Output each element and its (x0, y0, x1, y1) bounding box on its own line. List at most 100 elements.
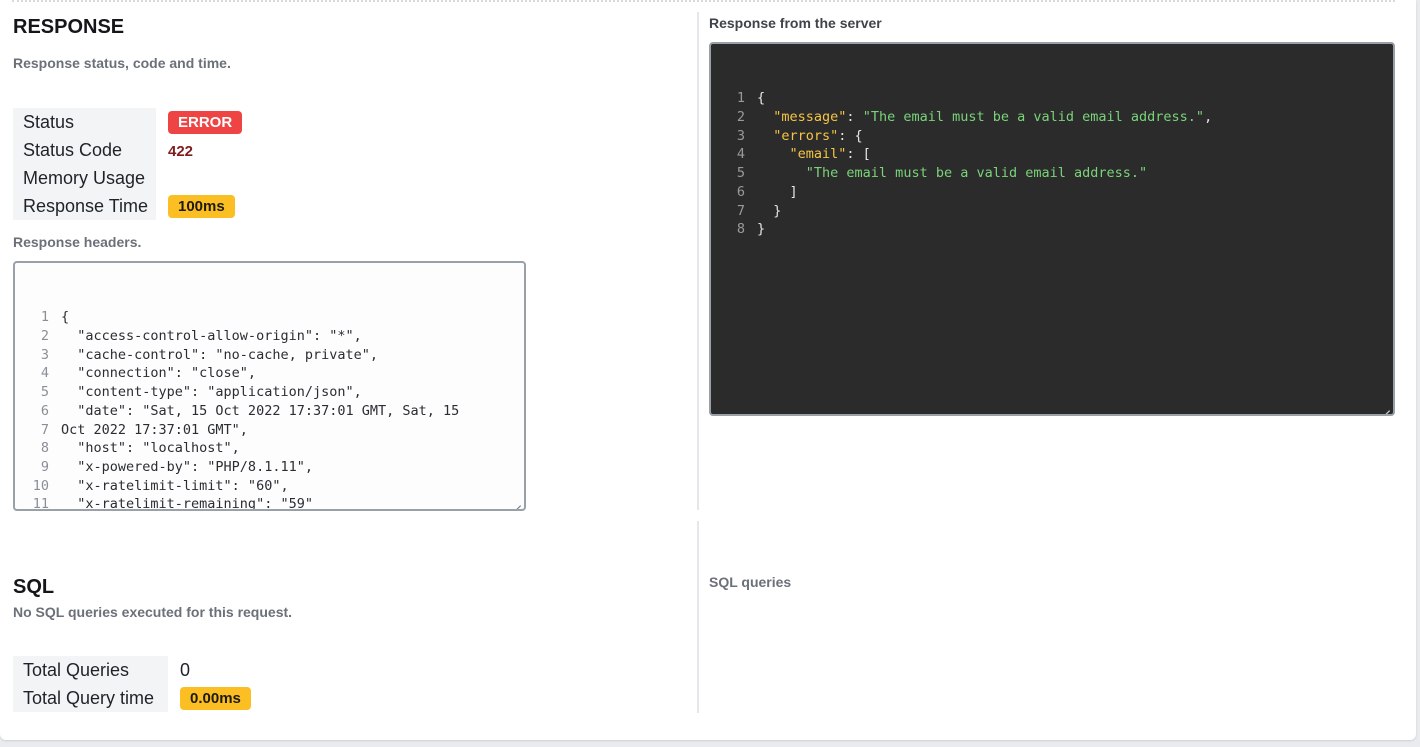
line-number: 3 (736, 127, 745, 144)
code-line: 3 "cache-control": "no-cache, private", (15, 346, 524, 365)
code-text: "x-ratelimit-limit": "60", (61, 477, 289, 494)
line-number: 6 (736, 183, 745, 200)
column-divider (697, 521, 699, 713)
line-number: 2 (736, 109, 745, 126)
sql-summary-table: Total Queries 0 Total Query time 0.00ms (13, 656, 251, 712)
line-number: 11 (32, 496, 49, 511)
code-line: 6 "date": "Sat, 15 Oct 2022 17:37:01 GMT… (15, 402, 524, 421)
code-text: : { (838, 127, 863, 144)
top-divider (12, 0, 1395, 2)
response-headers-label: Response headers. (13, 234, 142, 250)
line-number: 5 (40, 384, 49, 401)
code-text: { (757, 90, 766, 107)
total-queries-value: 0 (180, 659, 191, 680)
sql-subtitle: No SQL queries executed for this request… (13, 604, 293, 620)
code-line: 8} (711, 220, 1393, 239)
code-line: 8 "host": "localhost", (15, 439, 524, 458)
code-line: 3 "errors": { (711, 127, 1393, 146)
code-line: 6 ] (711, 183, 1393, 202)
column-divider (697, 12, 699, 510)
code-text: "access-control-allow-origin": "*", (61, 328, 362, 345)
response-time-row: Response Time 100ms (13, 192, 242, 220)
total-query-time-label: Total Query time (13, 684, 171, 712)
line-number: 4 (736, 146, 745, 163)
status-code-row: Status Code 422 (13, 136, 242, 164)
code-line: 1{ (711, 89, 1393, 108)
code-line: 10 "x-ratelimit-limit": "60", (15, 477, 524, 496)
line-number: 6 (40, 402, 49, 419)
code-line: 4 "email": [ (711, 145, 1393, 164)
code-line: 9 "x-powered-by": "PHP/8.1.11", (15, 458, 524, 477)
code-line: 5 "The email must be a valid email addre… (711, 164, 1393, 183)
json-key: "email" (789, 146, 847, 163)
response-time-label: Response Time (13, 192, 159, 220)
sql-queries-label: SQL queries (709, 574, 792, 590)
resize-handle-icon[interactable] (512, 497, 521, 506)
code-text: , (1204, 109, 1213, 126)
code-line: 7 Oct 2022 17:37:01 GMT", (15, 421, 524, 440)
code-text: "x-powered-by": "PHP/8.1.11", (61, 458, 313, 475)
line-number: 4 (40, 365, 49, 382)
code-text: "content-type": "application/json", (61, 384, 362, 401)
code-text: "cache-control": "no-cache, private", (61, 346, 378, 363)
line-number: 7 (736, 202, 745, 219)
response-summary-table: Status ERROR Status Code 422 Memory Usag… (13, 108, 243, 220)
response-headers-editor[interactable]: 1{2 "access-control-allow-origin": "*", 3… (13, 261, 526, 511)
code-text: : [ (846, 146, 871, 163)
line-number: 9 (40, 458, 49, 475)
code-text: } (757, 202, 782, 219)
json-key: "errors" (773, 127, 839, 144)
status-code-value: 422 (168, 142, 194, 160)
memory-usage-row: Memory Usage (13, 164, 242, 192)
code-text: ] (757, 183, 798, 200)
line-number: 10 (32, 477, 49, 494)
code-line: 1{ (15, 308, 524, 327)
line-number: 1 (736, 90, 745, 107)
code-line: 5 "content-type": "application/json", (15, 383, 524, 402)
total-queries-row: Total Queries 0 (13, 656, 251, 684)
server-response-title: Response from the server (709, 15, 882, 31)
total-queries-label: Total Queries (13, 656, 171, 684)
code-line: 2 "access-control-allow-origin": "*", (15, 327, 524, 346)
code-line: 7 } (711, 202, 1393, 221)
code-text: "date": "Sat, 15 Oct 2022 17:37:01 GMT, … (61, 402, 460, 419)
response-subtitle: Response status, code and time. (13, 55, 231, 71)
response-panel: RESPONSE Response status, code and time.… (0, 0, 1416, 740)
code-text: } (757, 221, 766, 238)
json-key: "message" (773, 109, 847, 126)
status-row: Status ERROR (13, 108, 243, 136)
code-line: 11 "x-ratelimit-remaining": "59" (15, 495, 524, 511)
code-text: : (846, 109, 863, 126)
total-query-time-badge: 0.00ms (180, 686, 251, 710)
json-string: "The email must be a valid email address… (805, 165, 1148, 182)
code-text: "connection": "close", (61, 365, 257, 382)
total-query-time-row: Total Query time 0.00ms (13, 684, 251, 712)
json-string: "The email must be a valid email address… (862, 109, 1205, 126)
code-line: 2 "message": "The email must be a valid … (711, 108, 1393, 127)
line-number: 8 (736, 221, 745, 238)
resize-handle-icon[interactable] (1381, 402, 1390, 411)
memory-usage-label: Memory Usage (13, 164, 159, 192)
response-time-badge: 100ms (168, 194, 235, 218)
code-text: "x-ratelimit-remaining": "59" (61, 496, 313, 511)
code-text: Oct 2022 17:37:01 GMT", (61, 421, 248, 438)
status-badge: ERROR (168, 110, 243, 134)
line-number: 1 (40, 309, 49, 326)
code-line: 4 "connection": "close", (15, 364, 524, 383)
status-label: Status (13, 108, 159, 136)
line-number: 5 (736, 165, 745, 182)
line-number: 8 (40, 440, 49, 457)
line-number: 2 (40, 328, 49, 345)
code-text: "host": "localhost", (61, 440, 240, 457)
sql-title: SQL (13, 576, 55, 598)
response-title: RESPONSE (13, 16, 125, 38)
status-code-label: Status Code (13, 136, 159, 164)
line-number: 7 (40, 421, 49, 438)
line-number: 3 (40, 346, 49, 363)
server-response-editor[interactable]: 1{2 "message": "The email must be a vali… (709, 42, 1395, 416)
code-text: { (61, 309, 70, 326)
